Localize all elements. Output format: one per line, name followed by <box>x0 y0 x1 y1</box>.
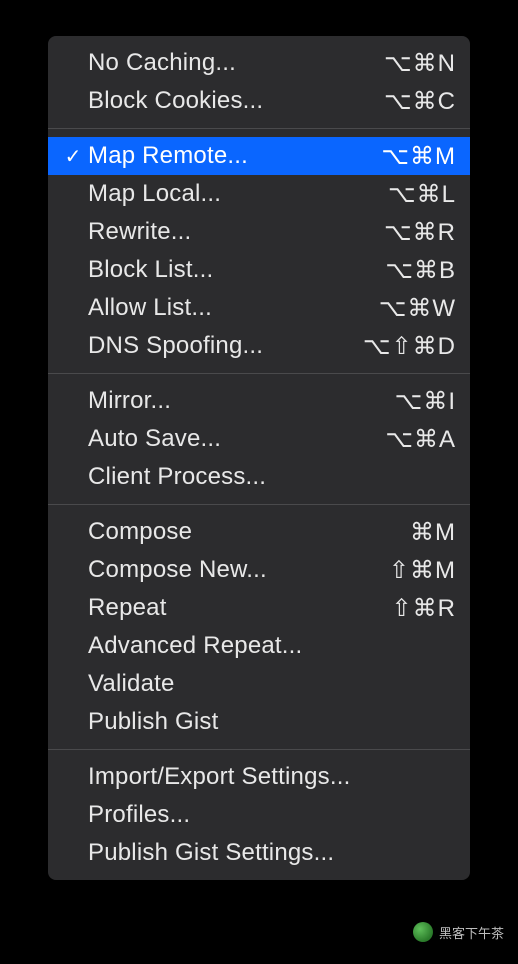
menu-item-mirror[interactable]: Mirror...⌥⌘I <box>48 382 470 420</box>
menu-item-label: Compose <box>86 518 410 546</box>
menu-item-label: Client Process... <box>86 463 456 491</box>
menu-item-label: Rewrite... <box>86 218 384 246</box>
wechat-icon <box>413 922 433 942</box>
menu-item-dns-spoofing[interactable]: DNS Spoofing...⌥⇧⌘D <box>48 327 470 365</box>
menu-item-shortcut: ⌥⌘C <box>384 87 456 116</box>
menu-item-client-process[interactable]: Client Process... <box>48 458 470 496</box>
menu-item-label: Profiles... <box>86 801 456 829</box>
menu-item-map-remote[interactable]: ✓Map Remote...⌥⌘M <box>48 137 470 175</box>
menu-item-block-cookies[interactable]: Block Cookies...⌥⌘C <box>48 82 470 120</box>
menu-item-label: Import/Export Settings... <box>86 763 456 791</box>
menu-item-label: Allow List... <box>86 294 379 322</box>
menu-item-auto-save[interactable]: Auto Save...⌥⌘A <box>48 420 470 458</box>
menu-item-no-caching[interactable]: No Caching...⌥⌘N <box>48 44 470 82</box>
menu-item-label: Block Cookies... <box>86 87 384 115</box>
menu-item-block-list[interactable]: Block List...⌥⌘B <box>48 251 470 289</box>
menu-separator <box>48 749 470 750</box>
menu-item-allow-list[interactable]: Allow List...⌥⌘W <box>48 289 470 327</box>
menu-separator <box>48 504 470 505</box>
menu-item-shortcut: ⇧⌘R <box>392 594 456 623</box>
menu-item-rewrite[interactable]: Rewrite...⌥⌘R <box>48 213 470 251</box>
menu-item-shortcut: ⌥⌘L <box>388 180 456 209</box>
menu-item-publish-gist[interactable]: Publish Gist <box>48 703 470 741</box>
watermark: 黑客下午茶 <box>413 922 504 942</box>
menu-item-validate[interactable]: Validate <box>48 665 470 703</box>
menu-item-label: Publish Gist Settings... <box>86 839 456 867</box>
menu-item-label: Repeat <box>86 594 392 622</box>
menu-item-shortcut: ⌥⌘I <box>395 387 456 416</box>
context-menu: No Caching...⌥⌘NBlock Cookies...⌥⌘C✓Map … <box>48 36 470 880</box>
checkmark-icon: ✓ <box>60 144 86 169</box>
menu-item-label: Publish Gist <box>86 708 456 736</box>
menu-item-label: Map Local... <box>86 180 388 208</box>
menu-item-shortcut: ⇧⌘M <box>389 556 456 585</box>
menu-separator <box>48 373 470 374</box>
menu-item-shortcut: ⌥⌘B <box>385 256 456 285</box>
menu-item-shortcut: ⌥⌘M <box>381 142 456 171</box>
menu-item-label: Validate <box>86 670 456 698</box>
menu-item-compose-new[interactable]: Compose New...⇧⌘M <box>48 551 470 589</box>
watermark-text: 黑客下午茶 <box>439 923 504 942</box>
menu-item-label: Auto Save... <box>86 425 385 453</box>
menu-item-shortcut: ⌥⌘N <box>384 49 456 78</box>
menu-item-advanced-repeat[interactable]: Advanced Repeat... <box>48 627 470 665</box>
menu-item-label: Compose New... <box>86 556 389 584</box>
menu-item-label: Advanced Repeat... <box>86 632 456 660</box>
menu-item-map-local[interactable]: Map Local...⌥⌘L <box>48 175 470 213</box>
menu-item-shortcut: ⌥⌘A <box>385 425 456 454</box>
menu-item-profiles[interactable]: Profiles... <box>48 796 470 834</box>
menu-item-import-export-settings[interactable]: Import/Export Settings... <box>48 758 470 796</box>
menu-item-shortcut: ⌥⇧⌘D <box>363 332 456 361</box>
menu-item-label: Map Remote... <box>86 142 381 170</box>
menu-item-compose[interactable]: Compose⌘M <box>48 513 470 551</box>
menu-item-repeat[interactable]: Repeat⇧⌘R <box>48 589 470 627</box>
menu-separator <box>48 128 470 129</box>
menu-item-shortcut: ⌥⌘R <box>384 218 456 247</box>
menu-item-label: No Caching... <box>86 49 384 77</box>
menu-item-shortcut: ⌘M <box>410 518 456 547</box>
menu-item-label: Mirror... <box>86 387 395 415</box>
menu-item-publish-gist-settings[interactable]: Publish Gist Settings... <box>48 834 470 872</box>
menu-item-label: Block List... <box>86 256 385 284</box>
menu-item-shortcut: ⌥⌘W <box>379 294 456 323</box>
menu-item-label: DNS Spoofing... <box>86 332 363 360</box>
